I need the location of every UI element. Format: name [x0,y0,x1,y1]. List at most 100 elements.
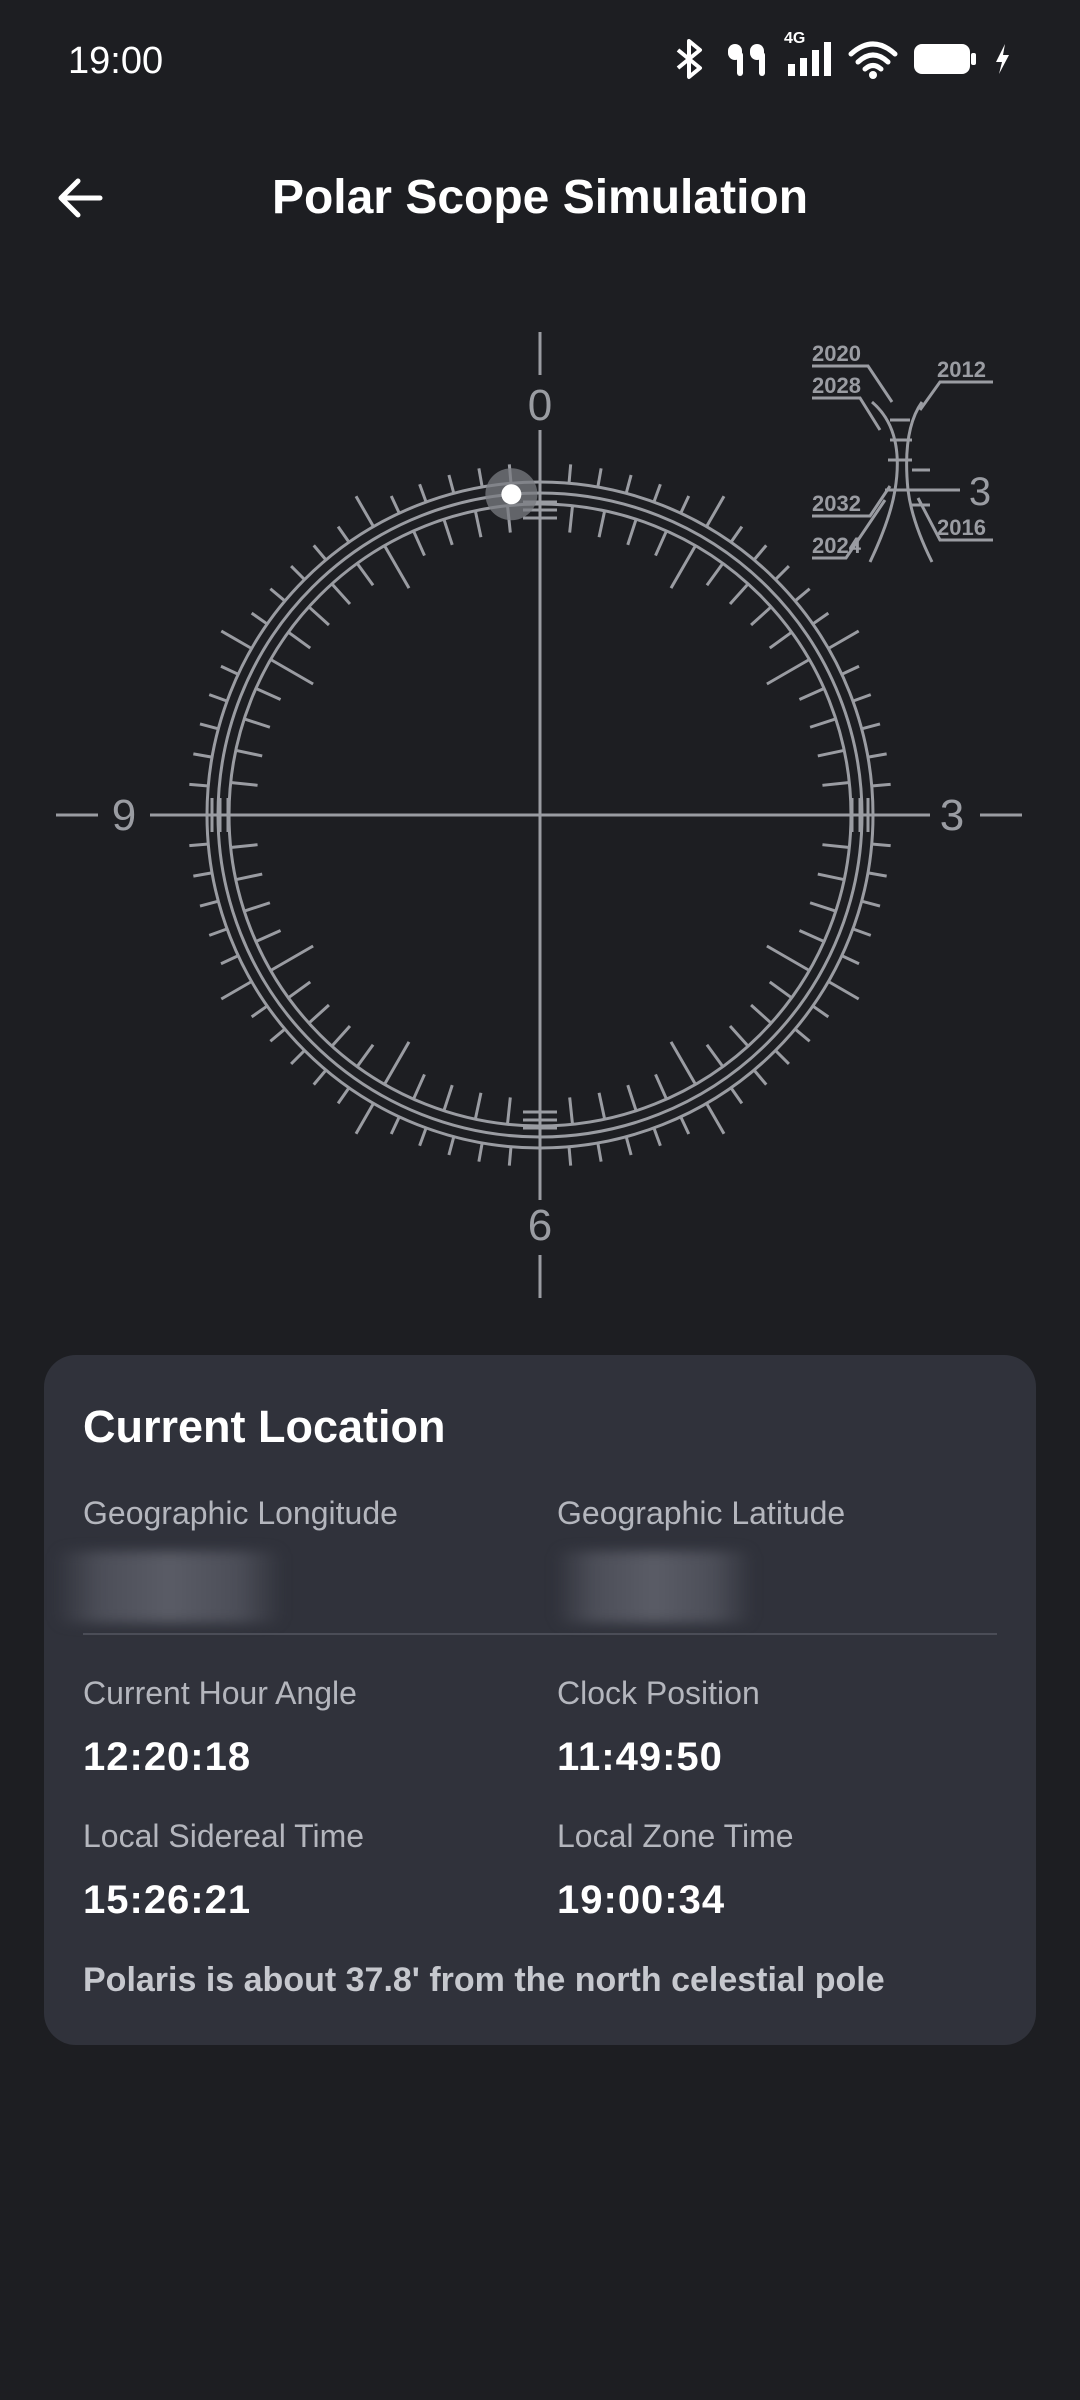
inner-tick [474,511,483,538]
outer-tick [596,1143,603,1162]
outer-tick [862,899,881,908]
outer-tick [567,464,573,483]
reticle-label-top: 0 [528,381,552,430]
wifi-icon [848,38,898,80]
outer-tick [199,899,218,908]
status-time: 19:00 [68,40,164,82]
outer-tick [794,587,811,602]
outer-tick [868,871,887,878]
signal-icon: 4G [784,30,834,80]
inner-tick [270,944,314,972]
inner-tick [288,980,312,999]
inner-tick [288,631,312,650]
inner-tick [256,929,282,943]
battery-icon [912,38,978,80]
hour-angle-value: 12:20:18 [83,1735,252,1779]
inner-tick [768,631,792,650]
zone-time-value: 19:00:34 [557,1878,726,1922]
epoch-label-2020: 2020 [812,341,861,366]
inner-tick [750,1003,772,1024]
inner-tick [728,1025,749,1047]
inner-tick [817,749,844,758]
outer-tick [705,495,726,527]
outer-tick [389,495,401,513]
outer-tick [730,1087,744,1105]
outer-tick [193,752,212,759]
outer-tick [624,1137,633,1156]
inner-tick [768,980,792,999]
inner-tick [705,1043,724,1067]
outer-tick [220,980,252,1001]
inner-tick [236,749,263,758]
polar-scope-reticle: 0 3 6 9 2020 2028 2012 2032 2024 2016 3 [0,300,1080,1320]
inner-tick [597,511,606,538]
inner-tick [506,1097,512,1124]
outer-tick [828,629,860,650]
inner-tick [817,872,844,881]
clock-position-value: 11:49:50 [557,1735,723,1779]
inner-tick [766,658,810,686]
outer-tick [652,1128,662,1147]
zone-time-label: Local Zone Time [557,1818,794,1854]
inner-tick [474,1092,483,1119]
longitude-label: Geographic Longitude [83,1495,398,1531]
outer-tick [418,1128,428,1147]
inner-tick [766,944,810,972]
inner-tick [597,1092,606,1119]
inner-tick [244,901,271,913]
outer-tick [208,927,227,937]
outer-tick [250,1005,268,1019]
outer-tick [794,1028,811,1043]
inner-tick [705,563,724,587]
epoch-label-2012: 2012 [937,357,986,382]
outer-tick [312,1069,327,1086]
latitude-value-redacted [554,1551,754,1623]
earbuds-icon [722,38,770,80]
status-icons: 4G [672,30,1012,80]
inner-tick [669,545,697,589]
outer-tick [775,565,790,580]
inner-tick [308,1003,330,1024]
clock-position-label: Clock Position [557,1675,760,1711]
epoch-label-2024: 2024 [812,533,862,558]
outer-tick [624,474,633,493]
inner-tick [331,583,352,605]
outer-tick [753,1069,768,1086]
inner-tick [244,717,271,729]
outer-tick [336,525,350,543]
outer-tick [477,468,484,487]
outer-tick [336,1087,350,1105]
outer-tick [652,483,662,502]
inner-tick [809,901,836,913]
outer-tick [354,495,375,527]
longitude-value-redacted [54,1551,284,1623]
outer-tick [418,483,428,502]
inner-tick [383,1041,411,1085]
polaris-distance-note: Polaris is about 37.8' from the north ce… [83,1961,885,1999]
inner-tick [256,687,282,701]
network-type-label: 4G [784,30,806,47]
outer-tick [193,871,212,878]
outer-tick [189,782,208,788]
outer-tick [389,1117,401,1135]
inner-tick [798,929,824,943]
outer-tick [269,587,286,602]
outer-tick [189,842,208,848]
hour-angle-label: Current Hour Angle [83,1675,357,1711]
outer-tick [842,664,860,676]
inner-tick [236,872,263,881]
outer-tick [354,1103,375,1135]
outer-tick [220,664,238,676]
outer-tick [507,1147,513,1166]
outer-tick [290,1050,305,1065]
outer-tick [828,980,860,1001]
latitude-label: Geographic Latitude [557,1495,846,1531]
inner-tick [822,843,849,849]
outer-tick [679,495,691,513]
outer-tick [477,1143,484,1162]
inner-tick [728,583,749,605]
epoch-curve-right [905,401,934,563]
outer-tick [250,611,268,625]
epoch-curve-left [868,400,899,563]
reticle-label-bottom: 6 [528,1201,552,1250]
